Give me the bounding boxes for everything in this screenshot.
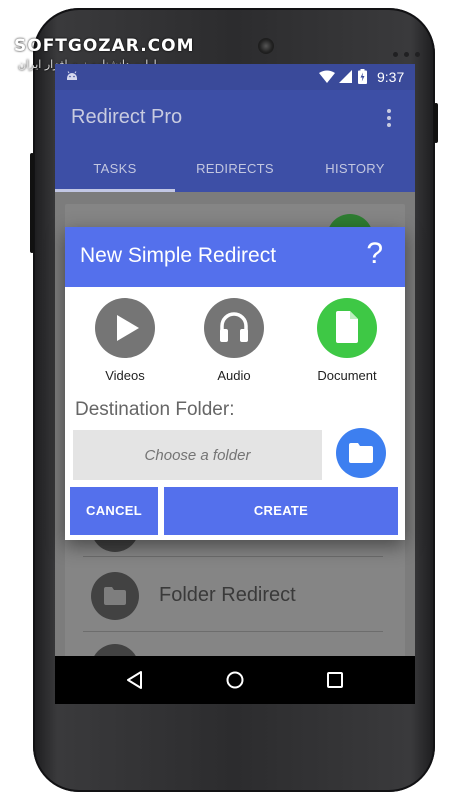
tab-indicator (55, 189, 175, 192)
play-icon (117, 315, 139, 341)
cancel-button[interactable]: CANCEL (70, 487, 158, 535)
sensor-dots (393, 44, 433, 57)
tab-history[interactable]: HISTORY (295, 146, 415, 192)
status-time: 9:37 (377, 69, 405, 85)
headphones-icon (220, 312, 248, 342)
list-item-folder-redirect[interactable]: Folder Redirect (83, 564, 383, 628)
more-vert-icon[interactable] (385, 108, 393, 128)
folder-icon (104, 587, 126, 605)
option-label: Videos (105, 368, 145, 383)
option-circle (95, 298, 155, 358)
list-divider (83, 631, 383, 632)
document-icon (336, 311, 358, 343)
list-item[interactable] (83, 636, 383, 656)
tab-tasks[interactable]: TASKS (55, 146, 175, 192)
power-button (434, 103, 438, 143)
back-icon[interactable] (125, 670, 143, 690)
option-label: Audio (217, 368, 251, 383)
option-label: Document (317, 368, 377, 383)
list-divider (83, 556, 383, 557)
volume-button (30, 153, 34, 253)
recents-icon[interactable] (326, 671, 344, 689)
option-circle (204, 298, 264, 358)
app-bar: Redirect Pro (55, 90, 415, 146)
destination-folder-label: Destination Folder: (75, 399, 235, 420)
list-item-label: Folder Redirect (159, 584, 296, 606)
app-title: Redirect Pro (71, 106, 183, 128)
folder-input[interactable] (73, 430, 322, 480)
option-audio[interactable]: Audio (189, 298, 279, 388)
navigation-bar (55, 656, 415, 704)
option-circle (317, 298, 377, 358)
status-bar: 9:37 (55, 64, 415, 90)
home-icon[interactable] (225, 670, 245, 690)
help-button[interactable]: ? (366, 237, 383, 271)
dialog-header: New Simple Redirect ? (65, 227, 405, 287)
create-button[interactable]: CREATE (164, 487, 398, 535)
option-document[interactable]: Document (302, 298, 392, 388)
list-item-icon (91, 644, 139, 656)
list-item-icon (91, 572, 139, 620)
new-redirect-dialog: New Simple Redirect ? Videos Audio Docum… (65, 227, 405, 540)
battery-charging-icon (358, 69, 367, 84)
android-icon (67, 71, 77, 80)
watermark: SOFTGOZAR.COM (14, 36, 195, 56)
front-speaker (258, 38, 274, 54)
signal-icon (339, 70, 352, 83)
tab-redirects[interactable]: REDIRECTS (175, 146, 295, 192)
folder-icon (349, 443, 373, 463)
wifi-icon (319, 70, 335, 83)
option-videos[interactable]: Videos (80, 298, 170, 388)
tab-bar: TASKS REDIRECTS HISTORY (55, 146, 415, 192)
dialog-title: New Simple Redirect (80, 244, 277, 267)
choose-folder-button[interactable] (336, 428, 386, 478)
